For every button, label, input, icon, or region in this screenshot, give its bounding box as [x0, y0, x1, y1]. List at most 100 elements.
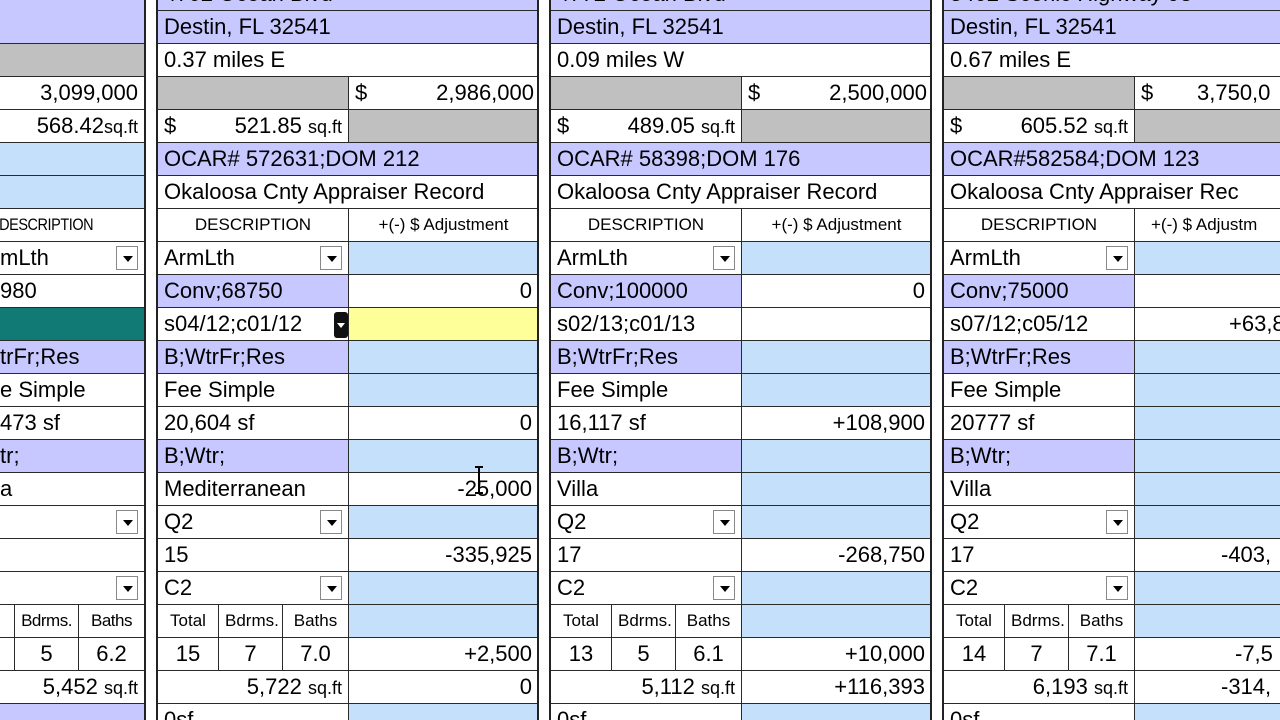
rooms-total[interactable]: 15	[158, 638, 218, 670]
rooms-total[interactable]: 13	[551, 638, 611, 670]
dropdown-arrow-icon[interactable]	[1106, 246, 1128, 270]
gla-field[interactable]: 6,193 sq.ft	[944, 671, 1134, 703]
price-per-sqft[interactable]: $521.85 sq.ft	[158, 110, 348, 142]
dropdown-arrow-icon[interactable]	[320, 576, 342, 600]
sale-price[interactable]: $2,500,000	[741, 77, 931, 109]
financing-field[interactable]: Conv;100000	[551, 275, 741, 307]
rooms-bdrms[interactable]: 7	[218, 638, 282, 670]
basement-field[interactable]: 0sf	[158, 704, 348, 720]
age-field[interactable]: 17	[551, 539, 741, 571]
dropdown-arrow-icon[interactable]	[116, 576, 138, 600]
rights-field[interactable]: Fee Simple	[944, 374, 1134, 406]
source-field[interactable]: OCAR# 572631;DOM 212	[158, 143, 538, 175]
sale-type-select[interactable]: ArmLth	[158, 242, 348, 274]
dropdown-arrow-icon[interactable]	[116, 246, 138, 270]
design-adj[interactable]	[741, 473, 931, 505]
date-field[interactable]: s04/12;c01/12	[158, 308, 348, 340]
condition-adj[interactable]	[741, 572, 931, 604]
dropdown-arrow-icon[interactable]	[713, 510, 735, 534]
financing-field[interactable]: Conv;75000	[944, 275, 1134, 307]
price-per-sqft[interactable]: $489.05 sq.ft	[551, 110, 741, 142]
financing-adj[interactable]: 0	[348, 275, 538, 307]
location-field[interactable]: B;Wtr;	[158, 440, 348, 472]
city-field[interactable]: Destin, FL 32541	[158, 11, 538, 43]
quality-adj[interactable]	[1134, 506, 1280, 538]
sale-type-select[interactable]: mLth	[0, 242, 144, 274]
site-adj[interactable]	[1134, 407, 1280, 439]
condition-select[interactable]	[0, 572, 144, 604]
dropdown-arrow-icon[interactable]	[1106, 510, 1128, 534]
rooms-baths[interactable]: 6.2	[78, 638, 144, 670]
rooms-bdrms[interactable]: 5	[14, 638, 78, 670]
design-adj[interactable]	[1134, 473, 1280, 505]
dropdown-arrow-icon[interactable]	[320, 510, 342, 534]
address-field[interactable]: 4772 Ocean Blvd	[551, 0, 931, 10]
site-field[interactable]: 20777 sf	[944, 407, 1134, 439]
date-adj[interactable]: +63,8	[1134, 308, 1280, 340]
quality-adj[interactable]	[741, 506, 931, 538]
site-adj[interactable]: +108,900	[741, 407, 931, 439]
design-field[interactable]: Mediterranean	[158, 473, 348, 505]
view-field[interactable]: B;WtrFr;Res	[158, 341, 348, 373]
rights-adj[interactable]	[1134, 374, 1280, 406]
condition-select[interactable]: C2	[944, 572, 1134, 604]
address-field[interactable]: 4702 Ocean Blvd	[158, 0, 538, 10]
verification-field[interactable]	[0, 176, 144, 208]
gla-field[interactable]: 5,452 sq.ft	[0, 671, 144, 703]
sale-type-select[interactable]: ArmLth	[551, 242, 741, 274]
quality-select[interactable]: Q2	[944, 506, 1134, 538]
rooms-baths[interactable]: 7.0	[282, 638, 348, 670]
location-field[interactable]: B;Wtr;	[944, 440, 1134, 472]
design-field[interactable]: Villa	[551, 473, 741, 505]
design-field[interactable]: a	[0, 473, 144, 505]
dropdown-arrow-icon[interactable]	[713, 576, 735, 600]
proximity-field[interactable]: 0.67 miles E	[944, 44, 1280, 76]
condition-select[interactable]: C2	[158, 572, 348, 604]
date-field[interactable]	[0, 308, 144, 340]
location-adj[interactable]	[348, 440, 538, 472]
gla-field[interactable]: 5,722 sq.ft	[158, 671, 348, 703]
view-adj[interactable]	[1134, 341, 1280, 373]
rooms-bdrms[interactable]: 5	[611, 638, 675, 670]
price-per-sqft[interactable]: 568.42sq.ft	[0, 110, 144, 142]
source-field[interactable]: OCAR# 58398;DOM 176	[551, 143, 931, 175]
age-adj[interactable]: -335,925	[348, 539, 538, 571]
spinner-icon[interactable]	[334, 312, 348, 338]
dropdown-arrow-icon[interactable]	[713, 246, 735, 270]
rooms-baths[interactable]: 7.1	[1068, 638, 1134, 670]
sale-price[interactable]: 3,099,000	[0, 77, 144, 109]
rooms-adj[interactable]: +2,500	[348, 638, 538, 670]
city-field[interactable]: Destin, FL 32541	[551, 11, 931, 43]
verification-field[interactable]: Okaloosa Cnty Appraiser Record	[551, 176, 931, 208]
sale-type-adj[interactable]	[741, 242, 931, 274]
dropdown-arrow-icon[interactable]	[1106, 576, 1128, 600]
age-adj[interactable]: -268,750	[741, 539, 931, 571]
view-adj[interactable]	[741, 341, 931, 373]
financing-adj[interactable]: 0	[741, 275, 931, 307]
gla-field[interactable]: 5,112 sq.ft	[551, 671, 741, 703]
gla-adj[interactable]: -314,	[1134, 671, 1280, 703]
rooms-adj[interactable]: +10,000	[741, 638, 931, 670]
location-adj[interactable]	[741, 440, 931, 472]
quality-select[interactable]	[0, 506, 144, 538]
rooms-adj[interactable]: -7,5	[1134, 638, 1280, 670]
quality-select[interactable]: Q2	[158, 506, 348, 538]
site-field[interactable]: 20,604 sf	[158, 407, 348, 439]
rooms-total[interactable]	[0, 638, 14, 670]
sale-type-adj[interactable]	[348, 242, 538, 274]
proximity-field[interactable]: 0.37 miles E	[158, 44, 538, 76]
proximity-field[interactable]: 0.09 miles W	[551, 44, 931, 76]
age-adj[interactable]: -403,	[1134, 539, 1280, 571]
address-field[interactable]: 5402 Scenic Highway 98	[944, 0, 1280, 10]
view-field[interactable]: B;WtrFr;Res	[944, 341, 1134, 373]
date-adj[interactable]	[741, 308, 931, 340]
site-field[interactable]: 16,117 sf	[551, 407, 741, 439]
rights-field[interactable]: Fee Simple	[551, 374, 741, 406]
financing-field[interactable]: 980	[0, 275, 144, 307]
rights-adj[interactable]	[348, 374, 538, 406]
city-field[interactable]: Destin, FL 32541	[944, 11, 1280, 43]
condition-adj[interactable]	[348, 572, 538, 604]
basement-adj[interactable]	[348, 704, 538, 720]
date-adj[interactable]	[348, 308, 538, 340]
age-field[interactable]: 15	[158, 539, 348, 571]
